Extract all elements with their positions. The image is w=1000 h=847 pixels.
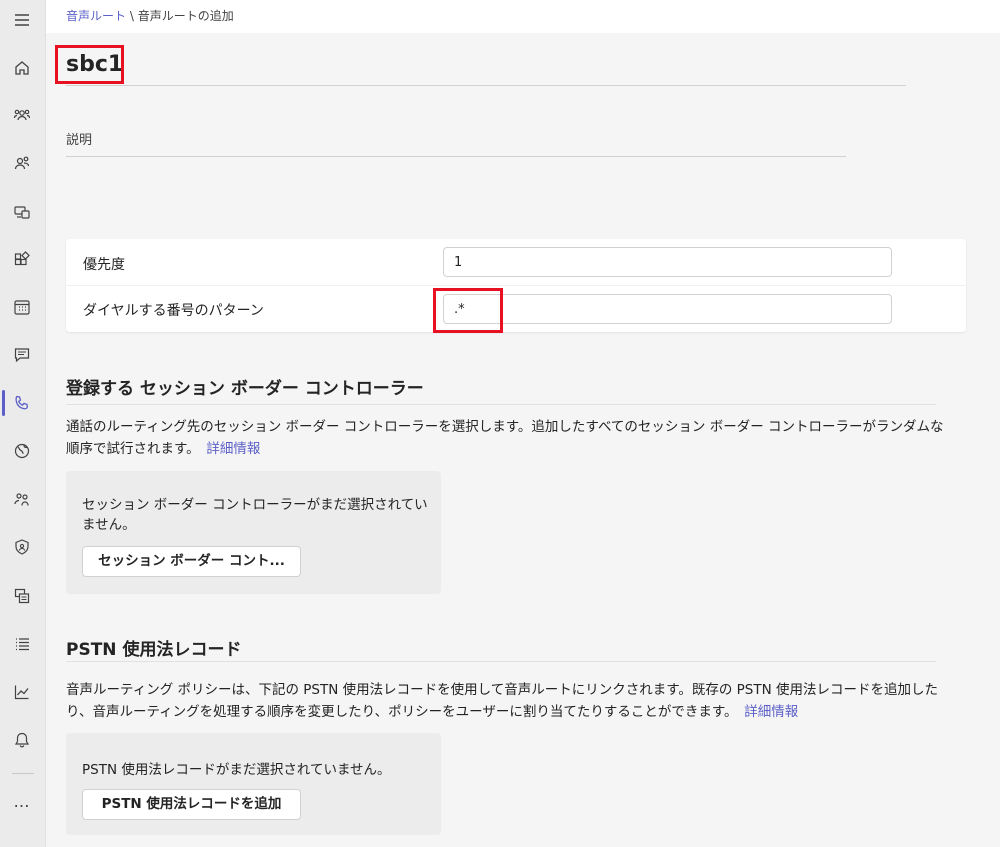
highlight-box-pattern <box>433 288 503 333</box>
sbc-learn-more-link[interactable]: 詳細情報 <box>206 441 260 457</box>
users-icon[interactable] <box>11 152 33 174</box>
rail-divider <box>12 773 34 774</box>
dial-pattern-label: ダイヤルする番号のパターン <box>83 303 264 319</box>
priority-label: 優先度 <box>83 257 125 273</box>
app-rail: … <box>0 0 46 847</box>
priority-input[interactable]: 1 <box>443 247 892 277</box>
pstn-section-title: PSTN 使用法レコード <box>66 640 242 660</box>
locations-icon[interactable] <box>11 440 33 462</box>
top-bar: 音声ルート \ 音声ルートの追加 <box>46 0 1000 33</box>
voice-icon[interactable] <box>11 392 33 414</box>
breadcrumb-separator: \ <box>126 9 138 23</box>
sbc-empty-state: セッション ボーダー コントローラーがまだ選択されていません。 セッション ボー… <box>66 471 441 594</box>
teams-icon[interactable] <box>11 104 33 126</box>
messaging-icon[interactable] <box>11 344 33 366</box>
route-settings-card: 優先度 1 ダイヤルする番号のパターン .* <box>66 239 966 332</box>
add-pstn-usage-button[interactable]: PSTN 使用法レコードを追加 <box>82 789 301 820</box>
dial-pattern-input[interactable]: .* <box>443 294 892 324</box>
breadcrumb: 音声ルート \ 音声ルートの追加 <box>66 7 234 24</box>
description-field[interactable]: 説明 <box>66 129 92 148</box>
sbc-desc-text: 通話のルーティング先のセッション ボーダー コントローラーを選択します。追加した… <box>66 419 944 457</box>
menu-icon[interactable] <box>11 9 33 31</box>
apps-icon[interactable] <box>11 249 33 271</box>
devices-icon[interactable] <box>11 201 33 223</box>
pstn-section-divider <box>66 661 936 662</box>
add-sbc-button[interactable]: セッション ボーダー コント... <box>82 546 301 577</box>
sbc-section-divider <box>66 404 936 405</box>
row-divider <box>66 285 966 286</box>
pstn-empty-state: PSTN 使用法レコードがまだ選択されていません。 PSTN 使用法レコードを追… <box>66 733 441 835</box>
title-underline <box>66 85 906 86</box>
policy-packages-icon[interactable] <box>11 536 33 558</box>
sbc-empty-text: セッション ボーダー コントローラーがまだ選択されていません。 <box>82 497 428 533</box>
meetings-icon[interactable] <box>11 296 33 318</box>
rail-active-indicator <box>2 390 5 416</box>
planning-icon[interactable] <box>11 585 33 607</box>
notifications-icon[interactable] <box>11 729 33 751</box>
pstn-learn-more-link[interactable]: 詳細情報 <box>744 704 798 720</box>
sbc-section-title: 登録する セッション ボーダー コントローラー <box>66 379 424 399</box>
breadcrumb-parent-link[interactable]: 音声ルート <box>66 9 126 23</box>
more-apps-icon[interactable]: … <box>11 792 33 811</box>
pstn-empty-text: PSTN 使用法レコードがまだ選択されていません。 <box>82 762 391 778</box>
breadcrumb-current: 音声ルートの追加 <box>137 9 234 23</box>
pstn-section-description: 音声ルーティング ポリシーは、下記の PSTN 使用法レコードを使用して音声ルー… <box>66 679 946 723</box>
enhanced-encryption-icon[interactable] <box>11 488 33 510</box>
main-content: 音声ルート \ 音声ルートの追加 sbc1 説明 優先度 1 ダイヤルする番号の… <box>46 0 1000 847</box>
highlight-box-title <box>55 45 124 84</box>
home-icon[interactable] <box>11 57 33 79</box>
analytics-icon[interactable] <box>11 681 33 703</box>
description-underline <box>66 156 846 157</box>
pstn-desc-text: 音声ルーティング ポリシーは、下記の PSTN 使用法レコードを使用して音声ルー… <box>66 682 938 720</box>
sbc-section-description: 通話のルーティング先のセッション ボーダー コントローラーを選択します。追加した… <box>66 416 946 460</box>
analytics-list-icon[interactable] <box>11 633 33 655</box>
